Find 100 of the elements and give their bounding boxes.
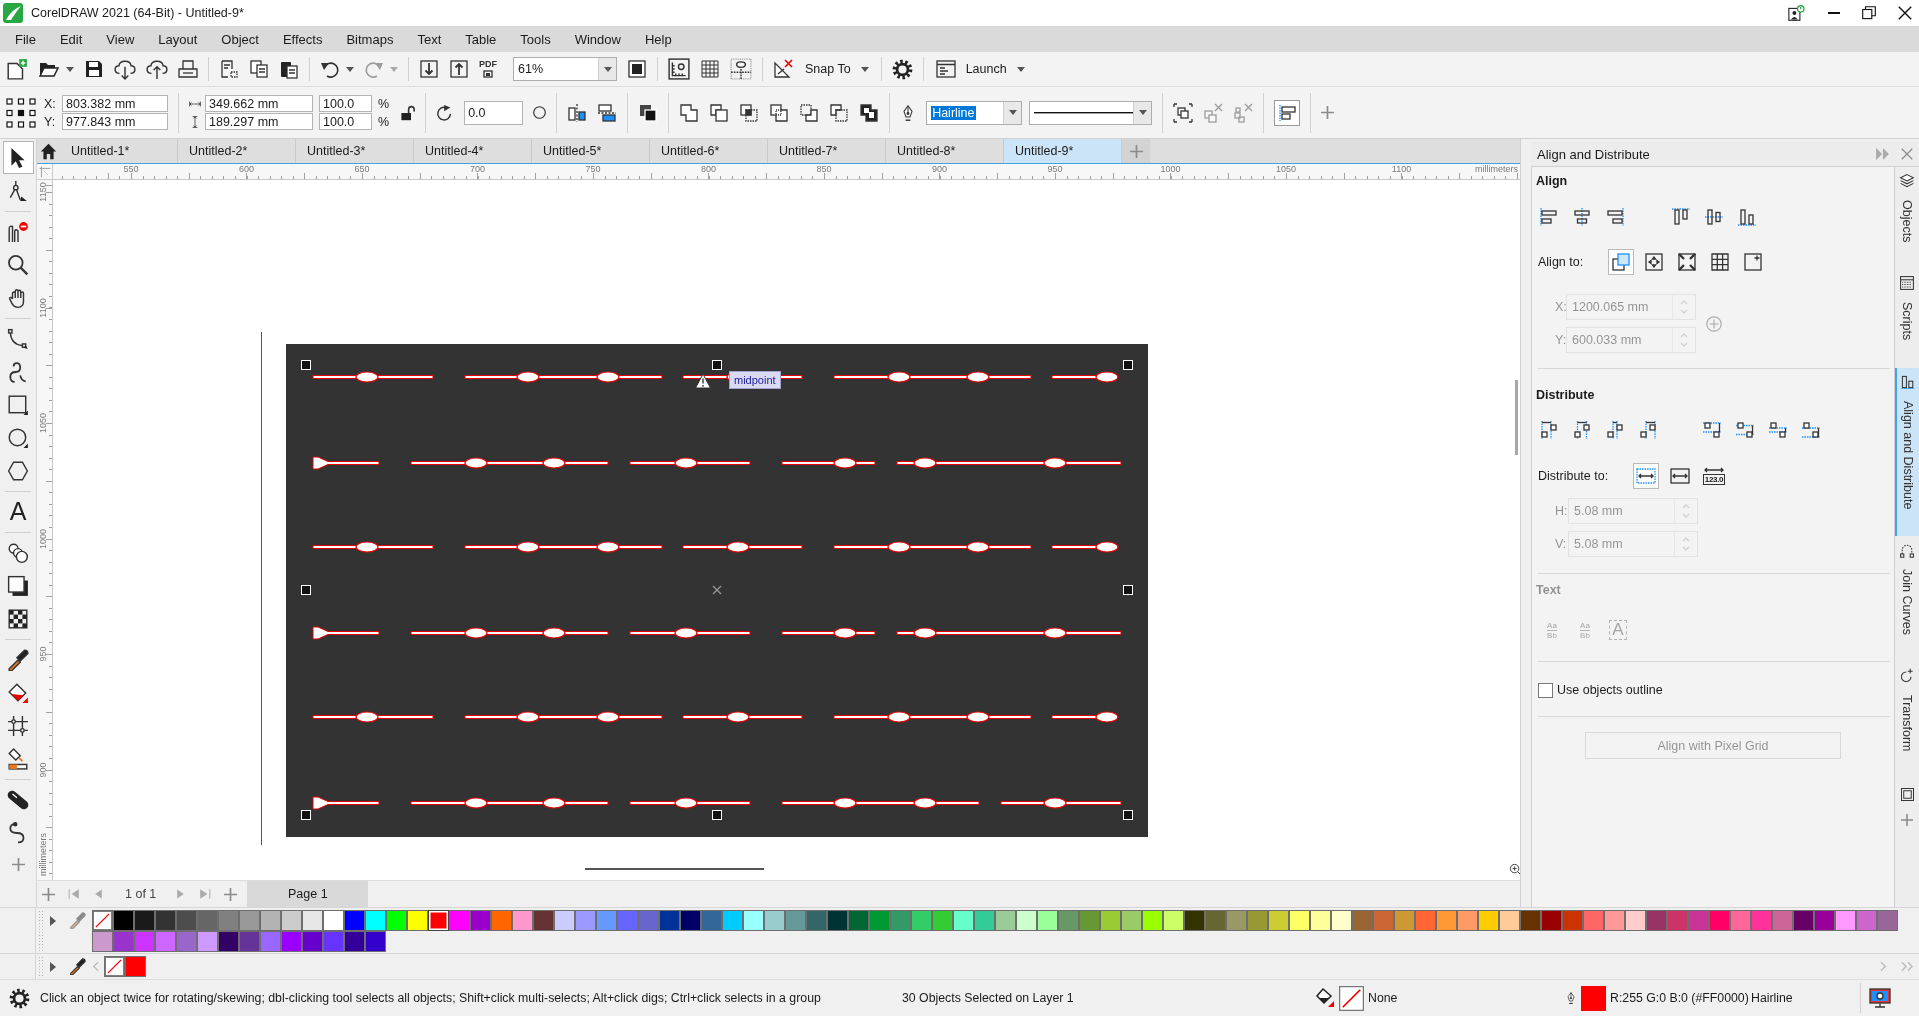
color-swatch[interactable] [1100, 910, 1121, 931]
reference-point-icon[interactable] [6, 97, 36, 128]
scale-x-field[interactable]: 100.0 [319, 95, 372, 112]
front-minus-back-icon[interactable] [799, 102, 820, 123]
color-swatch[interactable] [260, 910, 281, 931]
color-swatch[interactable] [1667, 910, 1688, 931]
circle-icon[interactable] [533, 106, 547, 119]
guidelines-icon[interactable] [730, 58, 752, 80]
profile-icon[interactable] [1787, 4, 1806, 22]
color-swatch[interactable] [1268, 910, 1289, 931]
x-position-field[interactable]: 803.382 mm [62, 95, 168, 112]
stacked-squares-icon[interactable] [638, 102, 659, 123]
menu-item[interactable]: Object [209, 31, 271, 47]
new-document-icon[interactable] [6, 58, 28, 80]
no-color-swatch[interactable] [104, 956, 125, 977]
color-swatch[interactable] [1142, 910, 1163, 931]
color-swatch[interactable] [113, 910, 134, 931]
color-swatch[interactable] [365, 931, 386, 952]
color-swatch[interactable] [1037, 910, 1058, 931]
text-tool[interactable]: A [2, 495, 34, 528]
color-swatch[interactable] [365, 910, 386, 931]
color-swatch[interactable] [113, 931, 134, 952]
color-swatch[interactable] [806, 910, 827, 931]
color-swatch[interactable] [890, 910, 911, 931]
cloud-download-icon[interactable] [114, 58, 136, 80]
selection-handle[interactable] [712, 810, 722, 820]
color-swatch[interactable] [638, 910, 659, 931]
color-swatch[interactable] [575, 910, 596, 931]
cut-icon[interactable] [219, 59, 239, 79]
color-swatch[interactable] [974, 910, 995, 931]
restore-icon[interactable] [1862, 6, 1876, 20]
color-swatch[interactable] [1688, 910, 1709, 931]
color-swatch[interactable] [302, 931, 323, 952]
document-tab[interactable]: Untitled-9* [1004, 139, 1122, 163]
color-swatch[interactable] [344, 931, 365, 952]
color-swatch[interactable] [533, 910, 554, 931]
color-swatch[interactable] [1415, 910, 1436, 931]
color-swatch[interactable] [491, 910, 512, 931]
close-icon[interactable] [1898, 6, 1912, 20]
color-swatch[interactable] [995, 910, 1016, 931]
ruler-origin-icon[interactable] [38, 165, 51, 178]
zoom-in-icon[interactable] [1509, 863, 1520, 877]
group-corners-icon[interactable] [1173, 102, 1194, 123]
color-swatch[interactable] [911, 910, 932, 931]
docker-tab[interactable]: Scripts [1895, 269, 1919, 368]
color-swatch[interactable] [1814, 910, 1835, 931]
color-swatch[interactable] [155, 910, 176, 931]
color-swatch[interactable] [281, 910, 302, 931]
outline-style-dropdown[interactable] [1029, 100, 1153, 125]
color-swatch[interactable] [1541, 910, 1562, 931]
color-swatch[interactable] [512, 910, 533, 931]
color-swatch[interactable] [125, 956, 146, 977]
color-swatch[interactable] [176, 931, 197, 952]
color-swatch[interactable] [1499, 910, 1520, 931]
ruler-icon[interactable] [668, 58, 690, 80]
docker-tab[interactable]: Objects [1895, 167, 1919, 270]
color-swatch[interactable] [1289, 910, 1310, 931]
color-swatch[interactable] [827, 910, 848, 931]
color-swatch[interactable] [1394, 910, 1415, 931]
simplify-shape-icon[interactable] [769, 102, 790, 123]
menu-item[interactable]: Edit [47, 31, 95, 47]
document-tab[interactable]: Untitled-7* [768, 139, 886, 163]
color-swatch[interactable] [1184, 910, 1205, 931]
distribute-spacing-icon[interactable] [1605, 420, 1625, 440]
color-swatch[interactable] [1583, 910, 1604, 931]
selection-handle[interactable] [301, 810, 311, 820]
color-swatch[interactable] [1730, 910, 1751, 931]
color-swatch[interactable] [1436, 910, 1457, 931]
display-icon[interactable] [1869, 988, 1891, 1008]
color-swatch[interactable] [1625, 910, 1646, 931]
distribute-center-icon[interactable] [1572, 420, 1592, 440]
color-swatch[interactable] [722, 910, 743, 931]
color-swatch[interactable] [1793, 910, 1814, 931]
scale-y-field[interactable]: 100.0 [319, 113, 372, 130]
color-swatch[interactable] [932, 910, 953, 931]
color-swatch[interactable] [701, 910, 722, 931]
color-swatch[interactable] [92, 931, 113, 952]
zoom-level-dropdown[interactable]: 61% [513, 57, 617, 81]
color-swatch[interactable] [1478, 910, 1499, 931]
page-tab[interactable]: Page 1 [247, 881, 369, 907]
back-minus-front-icon[interactable] [829, 102, 850, 123]
color-swatch[interactable] [1457, 910, 1478, 931]
document-tab[interactable]: Untitled-6* [650, 139, 768, 163]
scrollbar-thumb[interactable] [585, 868, 764, 870]
color-swatch[interactable] [1331, 910, 1352, 931]
text-wrap-button[interactable] [1274, 99, 1301, 126]
color-swatch[interactable] [302, 910, 323, 931]
add-icon[interactable] [11, 858, 25, 871]
docker-tab[interactable]: Transform [1895, 662, 1919, 779]
color-swatch[interactable] [1016, 910, 1037, 931]
color-swatch[interactable] [1520, 910, 1541, 931]
snap-off-icon[interactable] [773, 59, 793, 79]
color-swatch[interactable] [1079, 910, 1100, 931]
color-swatch[interactable] [239, 910, 260, 931]
nested-square-icon[interactable] [1899, 786, 1915, 802]
full-screen-icon[interactable] [627, 59, 647, 79]
expand-arrow-icon[interactable] [50, 961, 57, 972]
selection-handle[interactable] [301, 360, 311, 370]
settings-icon[interactable] [9, 987, 30, 1009]
color-swatch[interactable] [1751, 910, 1772, 931]
